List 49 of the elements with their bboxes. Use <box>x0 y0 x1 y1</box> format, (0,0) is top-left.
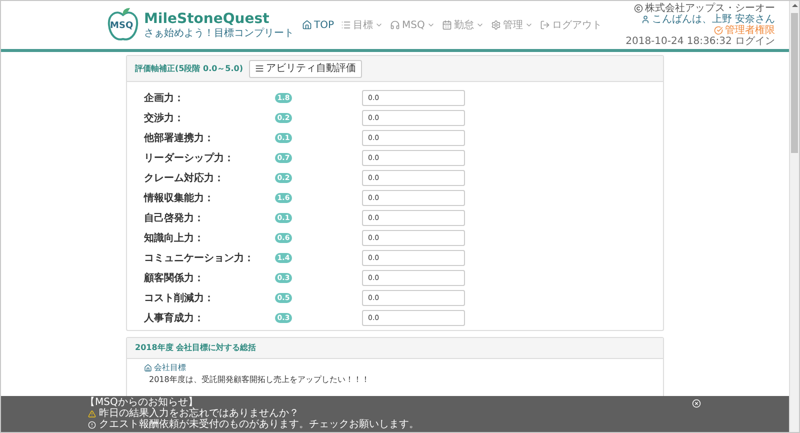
role-text: 管理者権限 <box>725 25 775 36</box>
logo-mark: MSQ <box>110 22 134 31</box>
notice-title: 【MSQからのお知らせ】 <box>85 397 198 408</box>
ability-label: 情報収集能力： <box>144 192 215 206</box>
user-icon <box>640 15 650 24</box>
goal-heading: 会社目標 <box>154 362 186 374</box>
logo-title: MileStoneQuest <box>144 11 270 28</box>
list-icon <box>255 64 264 73</box>
ability-label: コスト削減力： <box>144 292 215 306</box>
ability-label: 知識向上力： <box>144 232 205 246</box>
scrollbar[interactable] <box>789 1 799 432</box>
company-icon <box>634 4 643 13</box>
caret-icon <box>375 21 384 29</box>
notice-text: クエスト報酬依頼が未受付のものがあります。チェックお願いします。 <box>99 419 419 430</box>
apple-logo-icon <box>106 7 140 43</box>
ability-label: 人事育成力： <box>144 311 205 326</box>
calendar-icon <box>442 20 452 30</box>
caret-icon <box>426 21 435 29</box>
close-icon[interactable] <box>692 399 701 408</box>
ability-label: リーダーシップ力： <box>144 151 235 166</box>
logo-tagline: さぁ始めよう！目標コンプリート <box>144 28 294 39</box>
headphones-icon <box>390 20 400 30</box>
ability-label: 顧客関係力： <box>144 271 205 286</box>
ability-label: クレーム対応力： <box>144 171 225 186</box>
card-title: 評価軸補正(5段階 0.0～5.0) <box>135 62 244 74</box>
ability-label: 企画力： <box>144 92 185 106</box>
greeting-text: こんばんは、上野 安奈さん <box>652 14 775 25</box>
warning-icon <box>88 410 96 418</box>
settings-icon <box>490 20 501 30</box>
scroll-thumb[interactable] <box>791 13 798 153</box>
company-name: 株式会社アップス・シーオー <box>645 3 775 14</box>
logout-icon <box>540 20 550 30</box>
info-icon <box>88 420 96 428</box>
notice-text: 昨日の結果入力をお忘れではありませんか？ <box>99 408 299 419</box>
auto-evaluate-button[interactable]: アビリティ自動評価 <box>249 60 362 78</box>
list-icon <box>341 20 352 30</box>
ability-label: 自己啓発力： <box>144 212 205 226</box>
caret-icon <box>524 21 533 29</box>
ability-label: コミュニケーション力： <box>144 252 255 266</box>
caret-icon <box>476 21 484 29</box>
last-login-text: 2018-10-24 18:36:32 ログイン <box>626 36 775 47</box>
ability-label: 交渉力： <box>144 111 185 126</box>
home-icon <box>302 20 312 30</box>
nav-link[interactable]: TOP <box>302 18 334 32</box>
card-title: 2018年度 会社目標に対する総括 <box>135 342 256 354</box>
ability-label: 他部署連携力： <box>144 132 215 146</box>
goal-text: 2018年度は、受託開発顧客開拓し売上をアップしたい！！！ <box>148 374 370 385</box>
home-icon <box>144 364 152 372</box>
check-icon <box>714 26 723 35</box>
